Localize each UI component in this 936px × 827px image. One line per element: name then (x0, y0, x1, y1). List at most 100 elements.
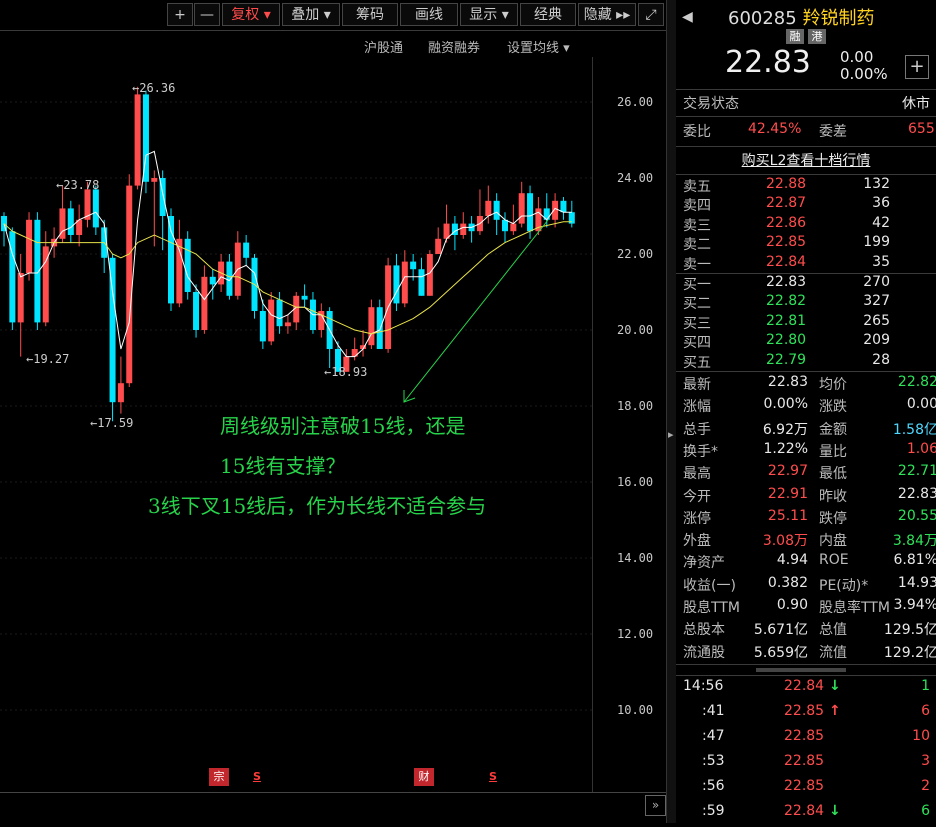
candle[interactable] (9, 227, 16, 330)
candle[interactable] (552, 193, 559, 228)
buy-l2-link[interactable]: 购买L2查看十档行情 (676, 150, 936, 172)
candle[interactable] (209, 269, 216, 300)
bid-row[interactable]: 买四 22.80 209 (676, 332, 936, 351)
candle[interactable] (293, 292, 300, 330)
prev-stock-icon[interactable]: ◀ (682, 9, 693, 25)
candle[interactable] (1, 212, 7, 247)
zoom-out-button[interactable]: — (194, 3, 220, 26)
candle[interactable] (176, 219, 183, 308)
cai-marker[interactable]: 财 (414, 768, 434, 786)
candle-body (17, 273, 24, 323)
stat-label: 总股本 (683, 622, 725, 639)
bid-level-label: 买三 (683, 315, 711, 332)
tick-row[interactable]: :41 22.85 ↑ 6 (676, 703, 936, 727)
candle[interactable] (502, 212, 508, 243)
candle[interactable] (67, 200, 74, 243)
buy-l2-text[interactable]: 购买L2查看十档行情 (742, 153, 871, 169)
candle-body (176, 238, 183, 304)
candle[interactable] (101, 219, 108, 273)
tick-row[interactable]: :47 22.85 10 (676, 728, 936, 752)
candle[interactable] (126, 174, 133, 387)
candle[interactable] (234, 231, 241, 300)
stat-value: 3.08万 (762, 533, 808, 550)
s-marker[interactable]: S (253, 770, 261, 783)
bid-row[interactable]: 买五 22.79 28 (676, 352, 936, 371)
candle[interactable] (560, 197, 567, 220)
scroll-handle[interactable] (756, 668, 846, 672)
chouma-button[interactable]: 筹码 (342, 3, 398, 26)
candle[interactable] (301, 284, 308, 308)
stat-label: 净资产 (683, 555, 725, 572)
add-watchlist-icon[interactable]: + (905, 55, 929, 79)
zoom-in-button[interactable]: + (167, 3, 193, 26)
candle[interactable] (193, 284, 200, 338)
xianshi-dropdown[interactable]: 显示 ▾ (460, 3, 518, 26)
candle[interactable] (42, 231, 49, 327)
candle[interactable] (17, 254, 24, 357)
diejia-dropdown[interactable]: 叠加 ▾ (282, 3, 340, 26)
candle[interactable] (243, 235, 250, 266)
candle-body (502, 219, 508, 232)
ask-level-label: 卖四 (683, 198, 711, 215)
candle[interactable] (401, 250, 408, 308)
tick-row[interactable]: :53 22.85 3 (676, 753, 936, 777)
candle[interactable] (368, 299, 375, 349)
candle[interactable] (284, 314, 291, 334)
bid-row[interactable]: 买三 22.81 265 (676, 313, 936, 332)
candle-body (201, 276, 208, 330)
candle[interactable] (134, 86, 141, 190)
ask-row[interactable]: 卖一 22.84 35 (676, 254, 936, 273)
tick-row[interactable]: :56 22.85 2 (676, 778, 936, 802)
candle[interactable] (460, 212, 467, 239)
candle[interactable] (34, 212, 41, 330)
candle[interactable] (318, 303, 325, 338)
tick-row[interactable]: :59 22.84 ↓ 6 (676, 803, 936, 827)
candle[interactable] (360, 330, 367, 357)
candle[interactable] (518, 181, 525, 228)
ask-row[interactable]: 卖五 22.88 132 (676, 176, 936, 195)
candle[interactable] (476, 189, 483, 235)
candle[interactable] (26, 212, 33, 281)
bid-row[interactable]: 买二 22.82 327 (676, 293, 936, 312)
candle[interactable] (393, 254, 400, 311)
stat-value: 4.94 (776, 552, 808, 569)
rongzi-link[interactable]: 融资融券 (428, 37, 480, 56)
kline-chart-panel[interactable]: + — 复权 ▾ 叠加 ▾ 筹码 画线 显示 ▾ 经典 隐藏 ▸▸ ⤢ 沪股通 … (0, 0, 666, 823)
collapse-arrow-icon[interactable]: ▸ (668, 428, 674, 441)
candle[interactable] (92, 185, 99, 235)
ask-volume: 42 (872, 214, 890, 231)
bid-row[interactable]: 买一 22.83 270 (676, 274, 936, 293)
candle[interactable] (510, 204, 517, 235)
candle[interactable] (385, 257, 392, 353)
candle-body (376, 307, 383, 349)
s-marker[interactable]: S (489, 770, 497, 783)
ask-row[interactable]: 卖三 22.86 42 (676, 215, 936, 234)
ask-row[interactable]: 卖四 22.87 36 (676, 195, 936, 214)
low-price-label: ←17.59 (90, 416, 134, 430)
yincang-button[interactable]: 隐藏 ▸▸ (578, 3, 636, 26)
candle[interactable] (435, 227, 442, 254)
candle[interactable] (184, 231, 191, 300)
set-ma-dropdown[interactable]: 设置均线 ▾ (507, 37, 570, 56)
candle[interactable] (568, 200, 575, 228)
fuquan-dropdown[interactable]: 复权 ▾ (222, 3, 280, 26)
candle[interactable] (76, 204, 83, 247)
candle[interactable] (117, 356, 124, 414)
zong-marker[interactable]: 宗 (209, 768, 229, 786)
candle[interactable] (142, 90, 149, 194)
expand-right-icon[interactable]: » (645, 795, 666, 816)
stat-value: 25.11 (767, 507, 808, 524)
stat-row: 流通股 5.659亿 流值 129.2亿 (676, 642, 936, 664)
candle[interactable] (109, 254, 116, 422)
jingdian-button[interactable]: 经典 (520, 3, 576, 26)
candle[interactable] (468, 216, 475, 243)
fullscreen-icon[interactable]: ⤢ (638, 3, 664, 26)
tick-row[interactable]: 14:56 22.84 ↓ 1 (676, 678, 936, 702)
candle[interactable] (326, 307, 333, 368)
candle[interactable] (268, 292, 275, 346)
tick-volume: 6 (921, 803, 930, 819)
stat-value: 22.82 (897, 374, 936, 390)
huaxian-button[interactable]: 画线 (400, 3, 458, 26)
hugutong-link[interactable]: 沪股通 (364, 37, 403, 56)
ask-row[interactable]: 卖二 22.85 199 (676, 234, 936, 253)
